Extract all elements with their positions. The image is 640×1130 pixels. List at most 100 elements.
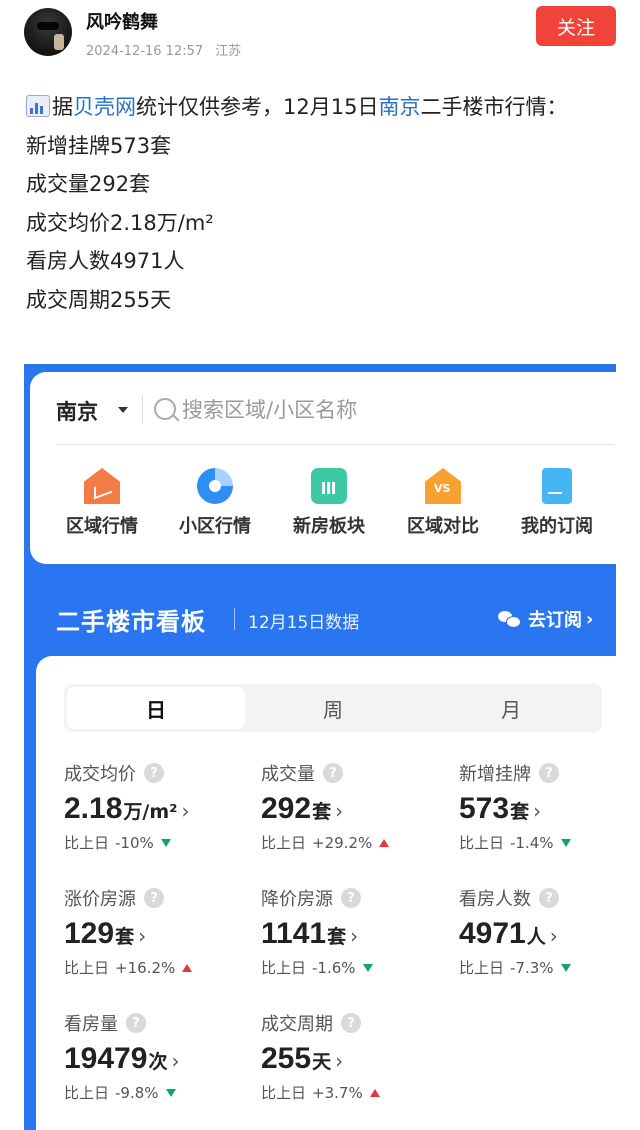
author-name[interactable]: 风吟鹤舞	[86, 8, 158, 34]
compare-prefix: 比上日	[64, 959, 110, 977]
stat-label: 看房人数?	[459, 885, 616, 911]
tab-day[interactable]: 日	[67, 687, 245, 729]
nav-item-community-market[interactable]: 小区行情	[160, 464, 270, 538]
post-line: 成交周期255天	[26, 287, 172, 312]
help-icon[interactable]: ?	[539, 763, 559, 783]
stat-label: 成交量?	[261, 760, 446, 786]
stat-number: 1141	[261, 917, 327, 950]
post-intro: 据贝壳网统计仅供参考，12月15日南京二手楼市行情：	[26, 88, 616, 127]
period-tabs: 日 周 月	[64, 684, 602, 732]
compare-prefix: 比上日	[459, 959, 505, 977]
city-selector[interactable]: 南京	[56, 396, 98, 426]
help-icon[interactable]: ?	[341, 1013, 361, 1033]
follow-button[interactable]: 关注	[536, 6, 616, 46]
stat-label: 成交均价?	[64, 760, 249, 786]
stat-change: 比上日 -1.4%	[459, 832, 616, 853]
nav-item-area-compare[interactable]: 区域对比	[388, 464, 498, 538]
post-date: 2024-12-16 12:57	[86, 44, 204, 59]
help-icon[interactable]: ?	[323, 763, 343, 783]
stat-unit: 套	[312, 801, 332, 823]
trend-up-icon	[182, 963, 193, 972]
post-location: 江苏	[215, 44, 242, 59]
stat-unit: 套	[510, 801, 530, 823]
stat-value: 129 套 ›	[64, 917, 249, 951]
divider	[56, 444, 614, 445]
embedded-screenshot[interactable]: 南京 区域行情 小区行情 新房板块 区域对比	[24, 364, 616, 1130]
nav-item-area-market[interactable]: 区域行情	[47, 464, 157, 538]
stat-item[interactable]: 涨价房源? 129 套 › 比上日 +16.2%	[64, 885, 249, 978]
change-percent: +29.2%	[312, 833, 373, 852]
stat-label: 降价房源?	[261, 885, 446, 911]
stat-item[interactable]: 看房量? 19479 次 › 比上日 -9.8%	[64, 1010, 249, 1103]
nav-item-new-homes[interactable]: 新房板块	[274, 464, 384, 538]
help-icon[interactable]: ?	[341, 888, 361, 908]
stat-item[interactable]: 成交均价? 2.18 万/m² › 比上日 -10%	[64, 760, 249, 853]
search-card: 南京 区域行情 小区行情 新房板块 区域对比	[30, 372, 616, 564]
subscribe-button[interactable]: 去订阅 ›	[498, 606, 593, 632]
board-date: 12月15日数据	[248, 613, 360, 633]
chevron-right-icon: ›	[533, 799, 542, 823]
quick-nav: 区域行情 小区行情 新房板块 区域对比 我的订阅	[30, 464, 616, 554]
nav-label: 小区行情	[179, 516, 251, 537]
stat-change: 比上日 +29.2%	[261, 832, 446, 853]
nav-label: 区域行情	[66, 516, 138, 537]
tab-week[interactable]: 周	[244, 684, 422, 732]
stat-item[interactable]: 降价房源? 1141 套 › 比上日 -1.6%	[261, 885, 446, 978]
change-percent: -1.4%	[510, 833, 554, 852]
stat-value: 19479 次 ›	[64, 1042, 249, 1076]
chevron-right-icon: ›	[335, 799, 344, 823]
nav-item-subscriptions[interactable]: 我的订阅	[502, 464, 612, 538]
stat-unit: 人	[526, 926, 546, 948]
trend-down-icon	[160, 838, 171, 847]
compare-prefix: 比上日	[261, 959, 307, 977]
vs-house-icon	[425, 468, 461, 504]
post-content: 据贝壳网统计仅供参考，12月15日南京二手楼市行情： 新增挂牌573套 成交量2…	[26, 88, 616, 319]
change-percent: +3.7%	[312, 1083, 363, 1102]
stat-unit: 万/m²	[123, 801, 178, 823]
stats-card: 日 周 月 成交均价? 2.18 万/m² › 比上日 -10% 成交量? 292 套 › 比上日 +…	[36, 656, 616, 1130]
stat-value: 1141 套 ›	[261, 917, 446, 951]
stat-number: 2.18	[64, 792, 123, 825]
chevron-right-icon: ›	[171, 1049, 180, 1073]
author-avatar[interactable]	[24, 8, 72, 56]
tab-month[interactable]: 月	[422, 684, 600, 732]
subscription-icon	[542, 468, 572, 504]
chevron-right-icon: ›	[335, 1049, 344, 1073]
post-line: 看房人数4971人	[26, 249, 185, 273]
stat-change: 比上日 -10%	[64, 832, 249, 853]
help-icon[interactable]: ?	[539, 888, 559, 908]
stat-item[interactable]: 成交周期? 255 天 › 比上日 +3.7%	[261, 1010, 446, 1103]
pie-chart-icon	[197, 468, 233, 504]
change-percent: -7.3%	[510, 958, 554, 977]
stat-unit: 次	[148, 1051, 168, 1073]
caret-down-icon[interactable]	[118, 407, 128, 413]
stat-label: 成交周期?	[261, 1010, 446, 1036]
search-icon[interactable]	[154, 398, 176, 420]
stat-value: 292 套 ›	[261, 792, 446, 826]
wechat-icon	[498, 611, 521, 628]
compare-prefix: 比上日	[261, 1084, 307, 1102]
stat-item[interactable]: 新增挂牌? 573 套 › 比上日 -1.4%	[459, 760, 616, 853]
stat-change: 比上日 -7.3%	[459, 957, 616, 978]
nanjing-link[interactable]: 南京	[378, 95, 420, 119]
change-percent: -10%	[115, 833, 154, 852]
search-input[interactable]	[182, 394, 602, 426]
stat-change: 比上日 +3.7%	[261, 1082, 446, 1103]
compare-prefix: 比上日	[64, 834, 110, 852]
stat-number: 19479	[64, 1042, 148, 1075]
stat-change: 比上日 -1.6%	[261, 957, 446, 978]
beike-link[interactable]: 贝壳网	[73, 95, 136, 119]
stat-change: 比上日 -9.8%	[64, 1082, 249, 1103]
help-icon[interactable]: ?	[126, 1013, 146, 1033]
stat-change: 比上日 +16.2%	[64, 957, 249, 978]
help-icon[interactable]: ?	[144, 888, 164, 908]
divider	[234, 608, 235, 630]
stat-value: 4971 人 ›	[459, 917, 616, 951]
trend-down-icon	[165, 1088, 176, 1097]
help-icon[interactable]: ?	[144, 763, 164, 783]
stat-value: 573 套 ›	[459, 792, 616, 826]
subscribe-label: 去订阅	[528, 610, 582, 631]
stat-item[interactable]: 看房人数? 4971 人 › 比上日 -7.3%	[459, 885, 616, 978]
stat-item[interactable]: 成交量? 292 套 › 比上日 +29.2%	[261, 760, 446, 853]
trend-down-icon	[560, 963, 571, 972]
